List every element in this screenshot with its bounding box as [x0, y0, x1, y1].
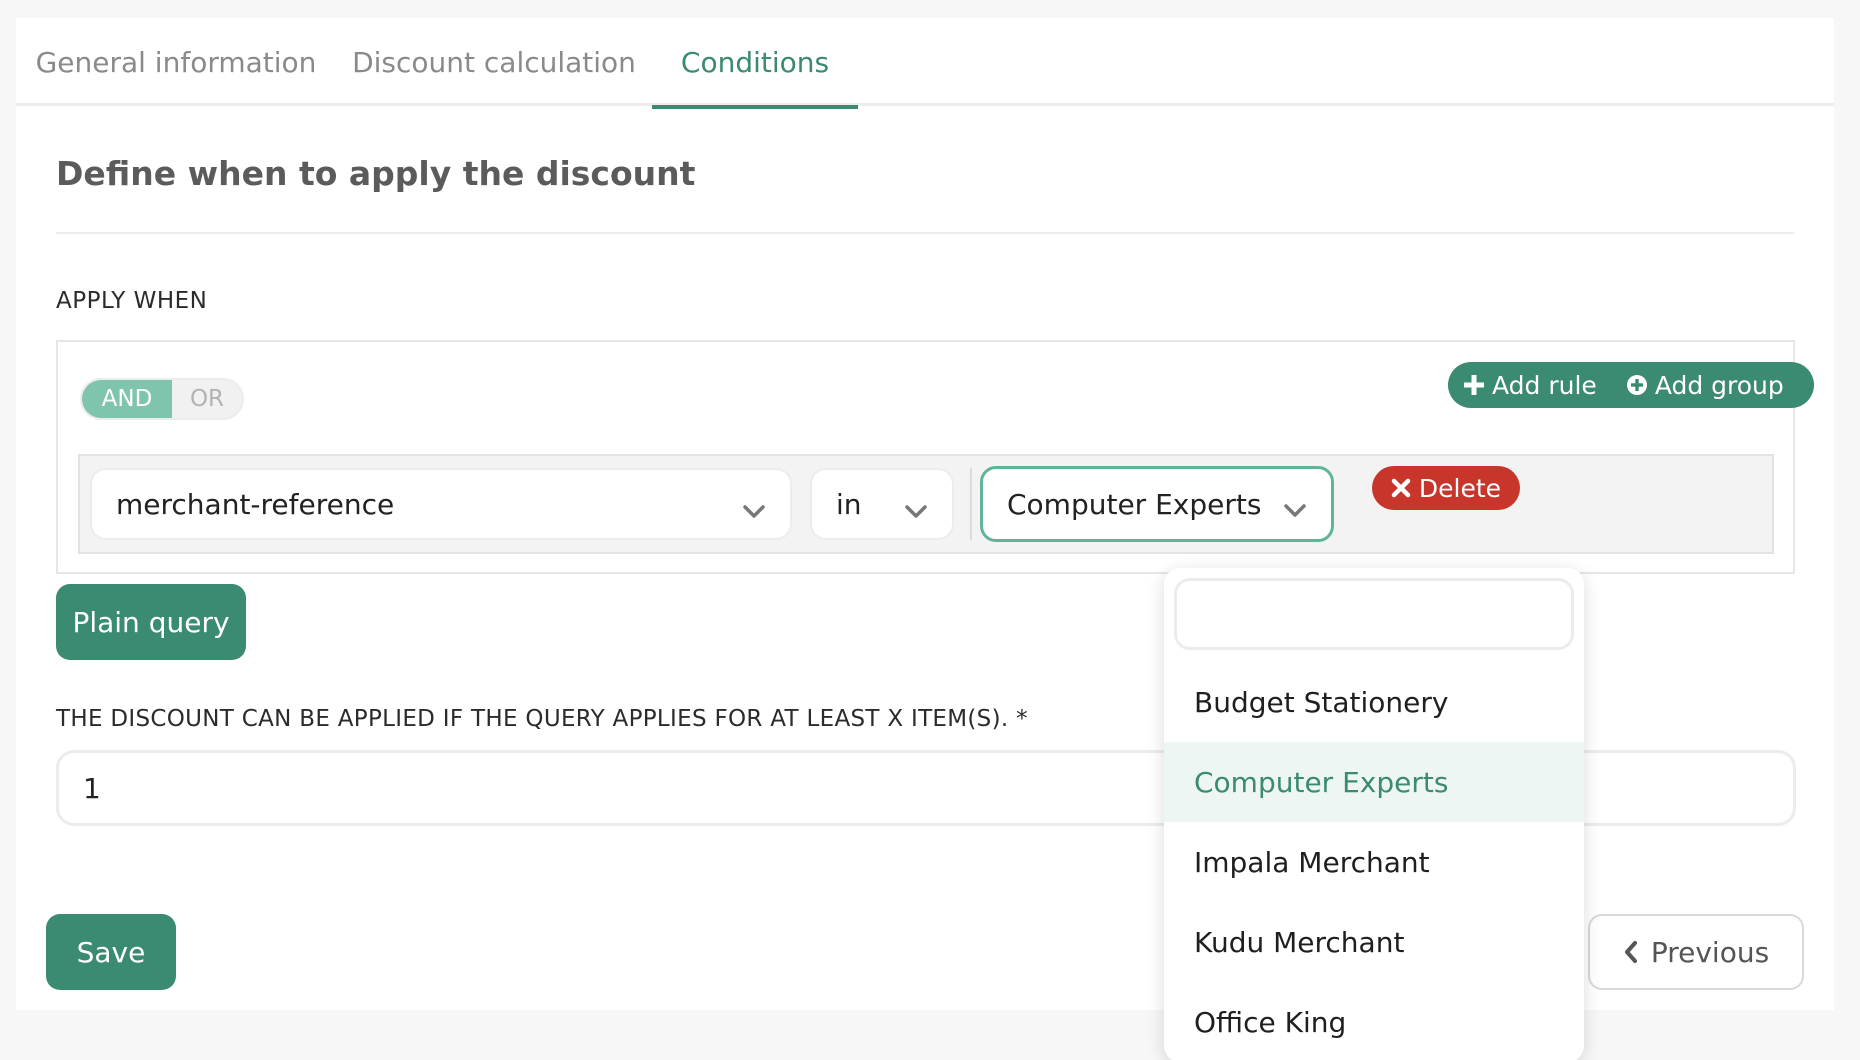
add-rule-label: Add rule — [1492, 370, 1597, 400]
rule-actions: Add rule Add group — [1448, 362, 1814, 408]
option-label: Office King — [1194, 1005, 1347, 1039]
add-rule-button[interactable]: Add rule — [1464, 362, 1597, 408]
value-selected: Computer Experts — [1007, 487, 1262, 521]
chevron-left-icon — [1623, 940, 1639, 964]
field-select[interactable]: merchant-reference — [90, 468, 792, 540]
tab-label: Discount calculation — [352, 45, 636, 79]
save-label: Save — [76, 935, 146, 969]
and-or-toggle: AND OR — [80, 378, 244, 420]
add-group-label: Add group — [1654, 370, 1784, 400]
query-builder: AND OR Add rule Add group merchant-refer… — [56, 340, 1814, 574]
section-title: Define when to apply the discount — [56, 154, 696, 193]
dropdown-option[interactable]: Impala Merchant — [1164, 822, 1584, 902]
dropdown-option[interactable]: Kudu Merchant — [1164, 902, 1584, 982]
operator-select[interactable]: in — [810, 468, 954, 540]
separator — [970, 468, 972, 540]
plain-query-button[interactable]: Plain query — [56, 584, 246, 660]
plus-icon — [1464, 375, 1484, 395]
previous-button[interactable]: Previous — [1588, 914, 1804, 990]
chevron-down-icon — [742, 494, 766, 527]
tab-label: General information — [35, 45, 317, 79]
min-items-value: 1 — [83, 771, 101, 805]
option-label: Budget Stationery — [1194, 685, 1449, 719]
value-select[interactable]: Computer Experts — [980, 466, 1334, 542]
option-label: Computer Experts — [1194, 765, 1449, 799]
and-option[interactable]: AND — [82, 380, 172, 418]
dropdown-search-input[interactable] — [1174, 578, 1574, 650]
tab-general-information[interactable]: General information — [16, 18, 336, 106]
tab-label: Conditions — [680, 45, 830, 79]
field-value: merchant-reference — [116, 487, 395, 521]
apply-when-label: APPLY WHEN — [56, 288, 208, 314]
add-group-button[interactable]: Add group — [1626, 362, 1784, 408]
save-button[interactable]: Save — [46, 914, 176, 990]
tab-bar: General information Discount calculation… — [16, 18, 1834, 109]
dropdown-option[interactable]: Office King — [1164, 982, 1584, 1060]
close-icon — [1391, 478, 1411, 498]
discount-form-card: General information Discount calculation… — [16, 18, 1834, 1060]
plain-query-label: Plain query — [72, 605, 230, 639]
tab-conditions[interactable]: Conditions — [652, 18, 858, 109]
operator-value: in — [836, 487, 862, 521]
delete-label: Delete — [1418, 473, 1502, 503]
delete-rule-button[interactable]: Delete — [1372, 466, 1520, 510]
tab-discount-calculation[interactable]: Discount calculation — [336, 18, 652, 106]
previous-label: Previous — [1650, 935, 1770, 969]
option-label: Kudu Merchant — [1194, 925, 1405, 959]
chevron-down-icon — [1283, 493, 1307, 526]
rule-row: merchant-reference in Computer Experts D… — [78, 454, 1774, 554]
min-items-label: THE DISCOUNT CAN BE APPLIED IF THE QUERY… — [56, 706, 1028, 732]
chevron-down-icon — [904, 494, 928, 527]
dropdown-option[interactable]: Budget Stationery — [1164, 662, 1584, 742]
value-dropdown: Budget Stationery Computer Experts Impal… — [1164, 568, 1584, 1060]
divider — [56, 232, 1794, 234]
or-option[interactable]: OR — [172, 380, 242, 418]
plus-circle-icon — [1626, 375, 1647, 395]
option-label: Impala Merchant — [1194, 845, 1430, 879]
dropdown-option-selected[interactable]: Computer Experts — [1164, 742, 1584, 822]
